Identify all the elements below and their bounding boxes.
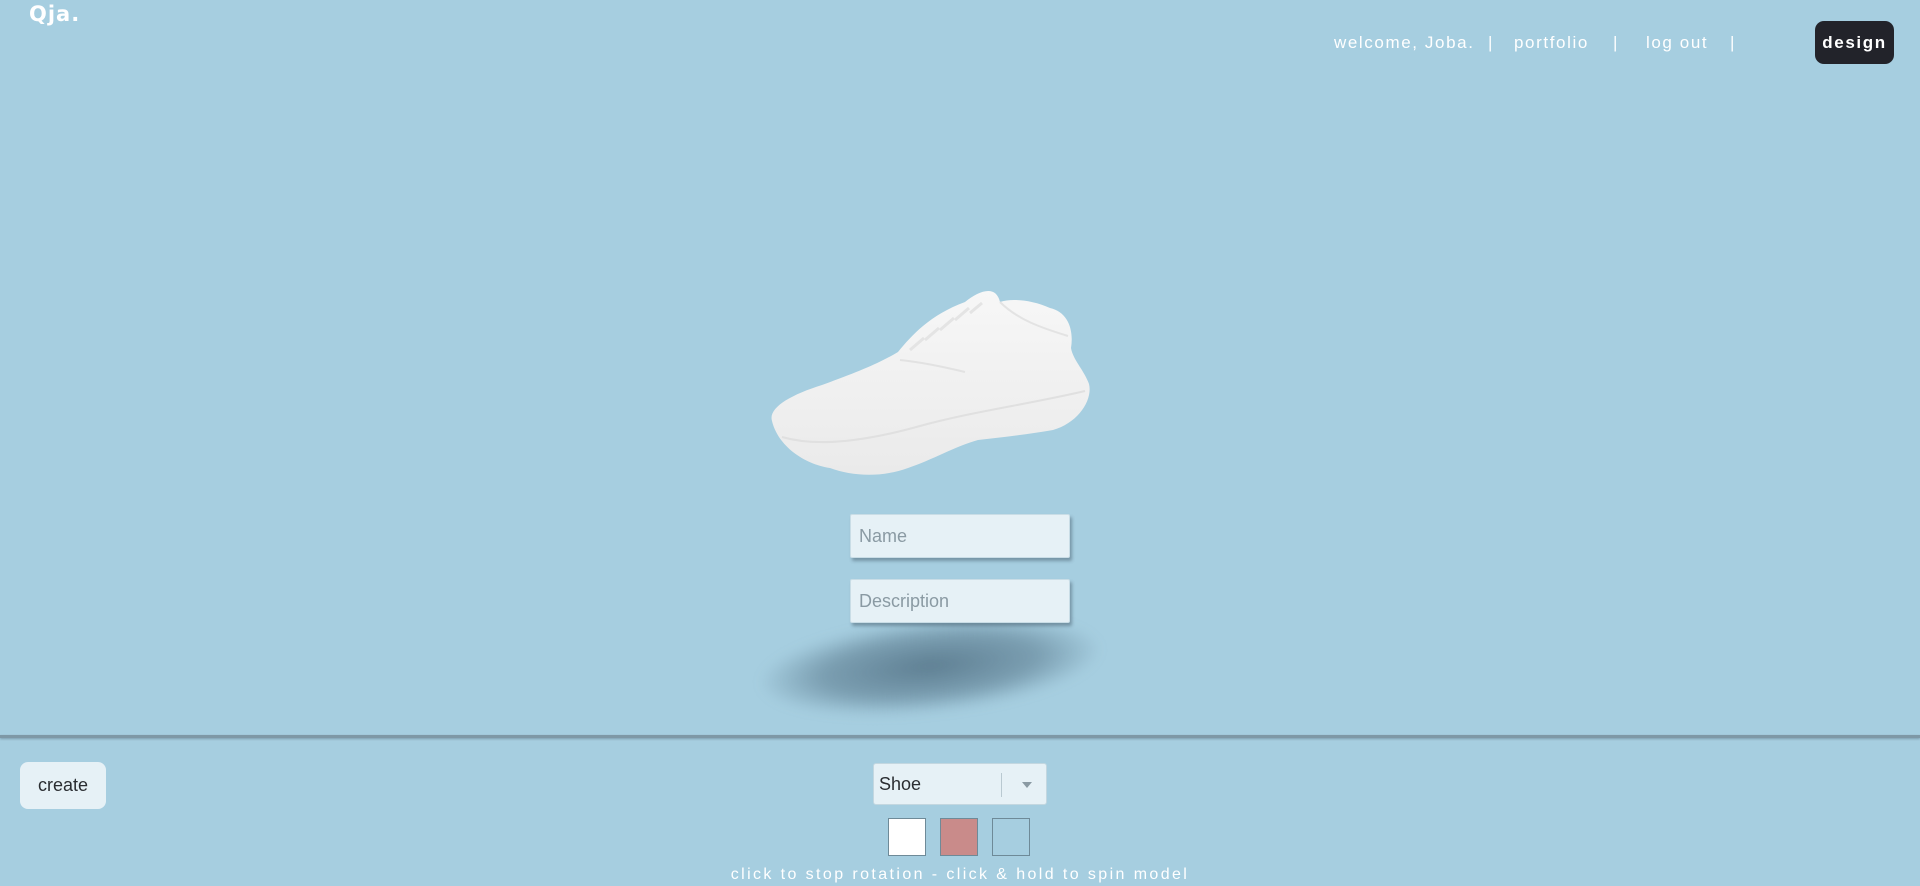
- model-viewer[interactable]: [0, 0, 1920, 736]
- color-swatch-blue[interactable]: [992, 818, 1030, 856]
- select-separator: [1001, 773, 1002, 797]
- name-input[interactable]: [850, 514, 1070, 558]
- chevron-down-icon[interactable]: [1022, 782, 1032, 788]
- toolbar-divider: [0, 735, 1920, 738]
- create-button[interactable]: create: [20, 762, 106, 809]
- model-type-select[interactable]: Shoe: [873, 763, 1047, 805]
- model-type-value: Shoe: [879, 774, 922, 794]
- color-swatch-pink[interactable]: [940, 818, 978, 856]
- shoe-model[interactable]: [760, 280, 1100, 490]
- rotation-hint: click to stop rotation - click & hold to…: [730, 866, 1190, 883]
- color-swatch-white[interactable]: [888, 818, 926, 856]
- description-input[interactable]: [850, 579, 1070, 623]
